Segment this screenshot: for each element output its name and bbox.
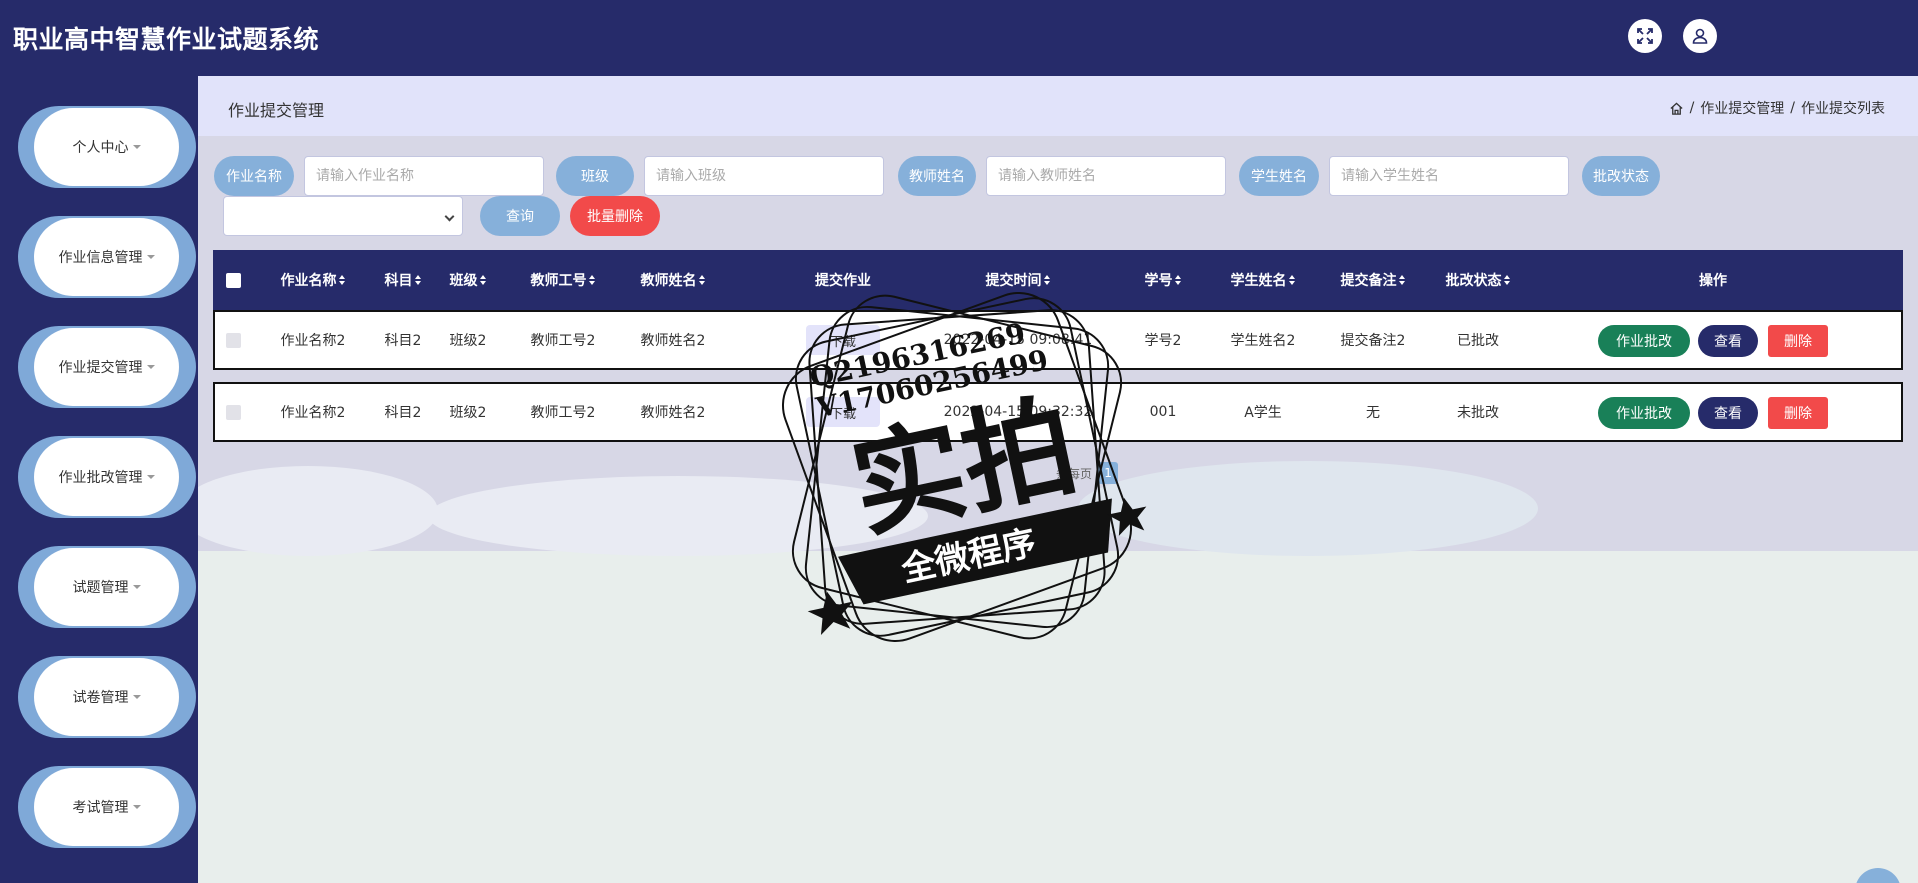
sort-icon <box>698 275 706 285</box>
cell-teacher-name: 教师姓名2 <box>640 333 706 349</box>
watermark-stamp: Q2196316269 V17060256499 实拍 全微程序 <box>781 291 1147 643</box>
column-header-teacher-no[interactable]: 教师工号 <box>513 250 613 310</box>
sort-icon <box>414 275 422 285</box>
cell-teacher-no: 教师工号2 <box>530 405 596 421</box>
class-label: 班级 <box>556 156 634 196</box>
cell-subject: 科目2 <box>384 333 422 349</box>
cell-status: 已批改 <box>1457 333 1499 349</box>
sidebar-item-exam[interactable]: 考试管理 <box>18 766 196 848</box>
column-header-ops: 操作 <box>1699 273 1727 289</box>
select-all-checkbox[interactable] <box>225 272 241 288</box>
view-button[interactable]: 查看 <box>1698 325 1758 357</box>
sort-icon <box>1288 275 1296 285</box>
sort-icon <box>1398 275 1406 285</box>
grade-button[interactable]: 作业批改 <box>1598 325 1690 357</box>
caret-down-icon <box>132 805 141 809</box>
cell-name: 作业名称2 <box>280 333 346 349</box>
breadcrumb-separator: / <box>1689 100 1695 116</box>
delete-button[interactable]: 删除 <box>1768 397 1828 429</box>
delete-button[interactable]: 删除 <box>1768 325 1828 357</box>
caret-down-icon <box>132 695 141 699</box>
homework-name-label: 作业名称 <box>214 156 294 196</box>
sidebar-item-question-bank[interactable]: 试题管理 <box>18 546 196 628</box>
cell-student-name: A学生 <box>1244 405 1282 421</box>
grading-status-label: 批改状态 <box>1582 156 1660 196</box>
sort-icon <box>479 275 487 285</box>
expand-icon <box>1637 28 1653 44</box>
sort-icon <box>1174 275 1182 285</box>
teacher-name-input[interactable] <box>986 156 1226 196</box>
breadcrumb-separator: / <box>1790 100 1795 116</box>
cell-teacher-name: 教师姓名2 <box>640 405 706 421</box>
cell-subject: 科目2 <box>384 405 422 421</box>
caret-down-icon <box>132 145 141 149</box>
row-checkbox[interactable] <box>225 404 241 420</box>
sidebar-item-label: 个人中心 <box>72 140 129 156</box>
breadcrumb: / 作业提交管理 / 作业提交列表 <box>1669 98 1885 118</box>
sidebar-item-exam-paper[interactable]: 试卷管理 <box>18 656 196 738</box>
sidebar-item-homework-grading[interactable]: 作业批改管理 <box>18 436 196 518</box>
column-header-student-name[interactable]: 学生姓名 <box>1213 250 1313 310</box>
home-icon[interactable] <box>1669 101 1684 116</box>
sidebar-item-label: 试题管理 <box>72 580 129 596</box>
cell-status: 未批改 <box>1457 405 1499 421</box>
row-checkbox[interactable] <box>225 332 241 348</box>
sidebar-item-personal-center[interactable]: 个人中心 <box>18 106 196 188</box>
sidebar-item-homework-info[interactable]: 作业信息管理 <box>18 216 196 298</box>
cell-name: 作业名称2 <box>280 405 346 421</box>
sidebar-item-label: 试卷管理 <box>72 690 129 706</box>
breadcrumb-item[interactable]: 作业提交管理 <box>1700 98 1784 118</box>
user-icon <box>1692 28 1708 44</box>
cell-class: 班级2 <box>449 405 487 421</box>
student-name-input[interactable] <box>1329 156 1569 196</box>
cell-class: 班级2 <box>449 333 487 349</box>
caret-down-icon <box>146 475 155 479</box>
homework-name-input[interactable] <box>304 156 544 196</box>
breadcrumb-item: 作业提交列表 <box>1801 101 1885 117</box>
cell-remark: 提交备注2 <box>1340 333 1406 349</box>
column-header-name[interactable]: 作业名称 <box>268 250 358 310</box>
teacher-name-label: 教师姓名 <box>898 156 976 196</box>
column-header-subject[interactable]: 科目 <box>373 250 433 310</box>
grade-button[interactable]: 作业批改 <box>1598 397 1690 429</box>
page-title: 作业提交管理 <box>228 101 325 120</box>
column-header-class[interactable]: 班级 <box>433 250 503 310</box>
chevron-down-icon <box>444 211 455 222</box>
column-header-status[interactable]: 批改状态 <box>1428 250 1528 310</box>
sidebar-item-label: 考试管理 <box>72 800 129 816</box>
view-button[interactable]: 查看 <box>1698 397 1758 429</box>
query-button[interactable]: 查询 <box>480 196 560 236</box>
column-header-remark[interactable]: 提交备注 <box>1323 250 1423 310</box>
sidebar-item-label: 作业提交管理 <box>58 360 143 376</box>
sidebar: 个人中心 作业信息管理 作业提交管理 作业批改管理 试题管理 试卷管理 考试管理 <box>0 76 198 883</box>
caret-down-icon <box>132 585 141 589</box>
sort-icon <box>588 275 596 285</box>
class-input[interactable] <box>644 156 884 196</box>
top-header: 职业高中智慧作业试题系统 <box>0 0 1918 76</box>
sort-icon <box>1503 275 1511 285</box>
sidebar-item-label: 作业信息管理 <box>58 250 143 266</box>
sidebar-item-label: 作业批改管理 <box>58 470 143 486</box>
cell-remark: 无 <box>1366 405 1380 421</box>
student-name-label: 学生姓名 <box>1239 156 1319 196</box>
cell-teacher-no: 教师工号2 <box>530 333 596 349</box>
cell-student-name: 学生姓名2 <box>1230 333 1296 349</box>
app-title: 职业高中智慧作业试题系统 <box>13 25 320 54</box>
column-header-teacher-name[interactable]: 教师姓名 <box>623 250 723 310</box>
sidebar-item-homework-submit[interactable]: 作业提交管理 <box>18 326 196 408</box>
fullscreen-button[interactable] <box>1628 19 1662 53</box>
sort-icon <box>338 275 346 285</box>
batch-delete-button[interactable]: 批量删除 <box>570 196 660 236</box>
caret-down-icon <box>146 255 155 259</box>
grading-status-select[interactable] <box>223 196 463 236</box>
caret-down-icon <box>146 365 155 369</box>
breadcrumb-bar: 作业提交管理 / 作业提交管理 / 作业提交列表 <box>198 76 1918 136</box>
user-button[interactable] <box>1683 19 1717 53</box>
